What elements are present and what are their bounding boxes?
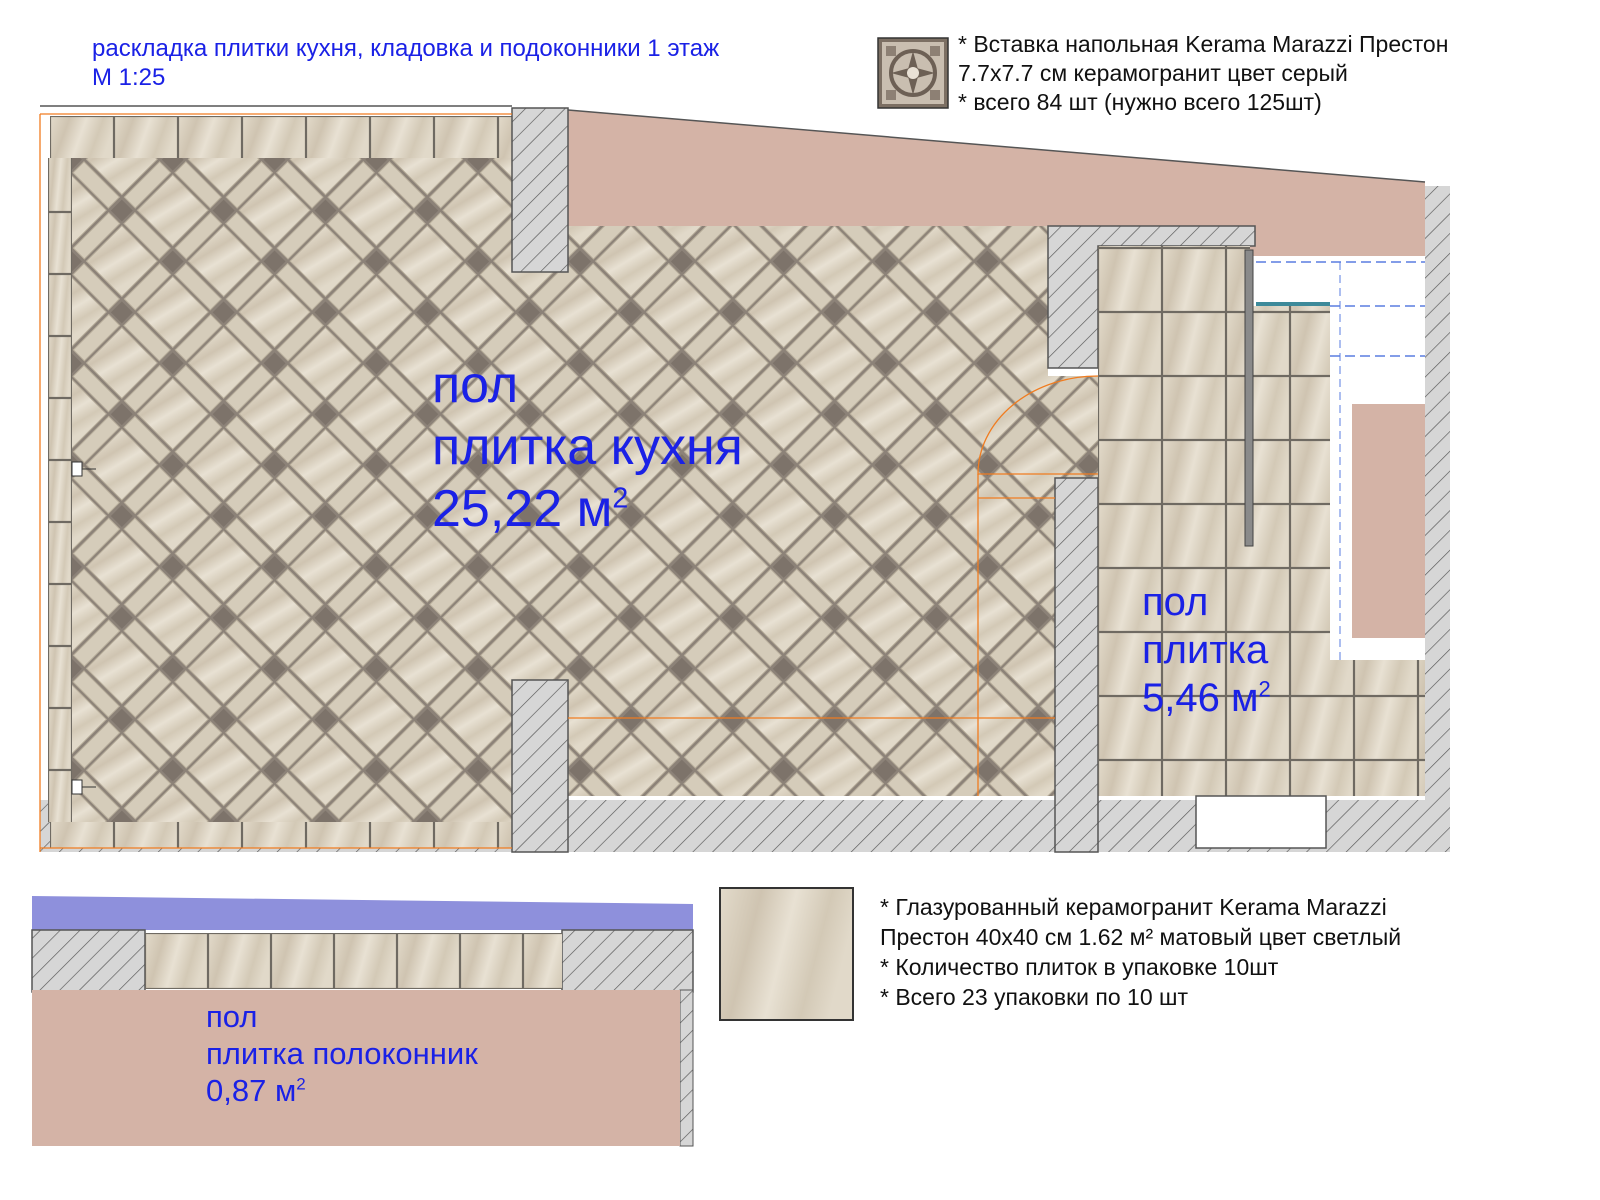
pantry-area: 5,46 м2	[1142, 674, 1271, 722]
kitchen-border-bottom	[50, 822, 512, 848]
tile-note: * Глазурованный керамогранит Kerama Mara…	[880, 892, 1401, 1012]
sill-wall-left	[31, 929, 146, 993]
wall-right	[1425, 186, 1450, 846]
insert-swatch-icon	[877, 37, 949, 109]
kitchen-border-top	[50, 116, 512, 158]
pantry-floor-label: пол плитка 5,46 м2	[1142, 578, 1271, 722]
kitchen-label-line1: пол	[432, 356, 519, 414]
wall-column-upper	[511, 107, 569, 273]
sill-label-line2: плитка полоконник	[206, 1036, 478, 1071]
pantry-area-value: 5,46 м	[1142, 676, 1259, 720]
kitchen-area: 25,22 м2	[432, 478, 743, 540]
insert-note-line2: 7.7х7.7 см керамогранит цвет серый	[958, 60, 1348, 86]
window-sill-band	[32, 896, 693, 930]
insert-note: * Вставка напольная Kerama Marazzi Прест…	[958, 30, 1448, 117]
wall-column-lower	[511, 679, 569, 853]
sill-label-line1: пол	[206, 999, 258, 1034]
tile-note-line1: * Глазурованный керамогранит Kerama Mara…	[880, 894, 1387, 920]
sill-area: 0,87 м2	[206, 1072, 478, 1109]
tile-note-line3: * Количество плиток в упаковке 10шт	[880, 954, 1279, 980]
plan-title-line1: раскладка плитки кухня, кладовка и подок…	[92, 35, 720, 62]
pantry-label-line2: плитка	[1142, 628, 1269, 672]
sill-wall-right	[561, 929, 694, 993]
sill-tiles	[145, 933, 562, 989]
kitchen-border-left	[48, 158, 72, 822]
kitchen-floor-label: пол плитка кухня 25,22 м2	[432, 354, 743, 540]
sill-area-value: 0,87 м	[206, 1073, 297, 1108]
cabinet-area-side	[1330, 404, 1352, 660]
plan-scale: М 1:25	[92, 64, 166, 91]
tile-note-line4: * Всего 23 упаковки по 10 шт	[880, 984, 1188, 1010]
insert-note-line3: * всего 84 шт (нужно всего 125шт)	[958, 89, 1322, 115]
tile-note-line2: Престон 40х40 см 1.62 м² матовый цвет св…	[880, 924, 1402, 950]
kitchen-area-exponent: 2	[612, 482, 629, 515]
wall-pantry-lower	[1054, 477, 1099, 853]
door-opening-bottom	[1195, 795, 1327, 849]
wall-right-exterior	[1352, 404, 1425, 638]
pantry-label-line1: пол	[1142, 580, 1209, 624]
sill-floor-label: пол плитка полоконник 0,87 м2	[206, 998, 478, 1109]
kitchen-label-line2: плитка кухня	[432, 418, 743, 476]
kitchen-area-value: 25,22 м	[432, 480, 613, 538]
insert-note-line1: * Вставка напольная Kerama Marazzi Прест…	[958, 31, 1449, 57]
tile-swatch-icon	[719, 887, 854, 1021]
sill-area-exponent: 2	[296, 1074, 306, 1094]
pantry-area-exponent: 2	[1258, 676, 1271, 702]
cabinet-area-mid	[1330, 306, 1425, 404]
plan-title: раскладка плитки кухня, кладовка и подок…	[92, 34, 719, 92]
